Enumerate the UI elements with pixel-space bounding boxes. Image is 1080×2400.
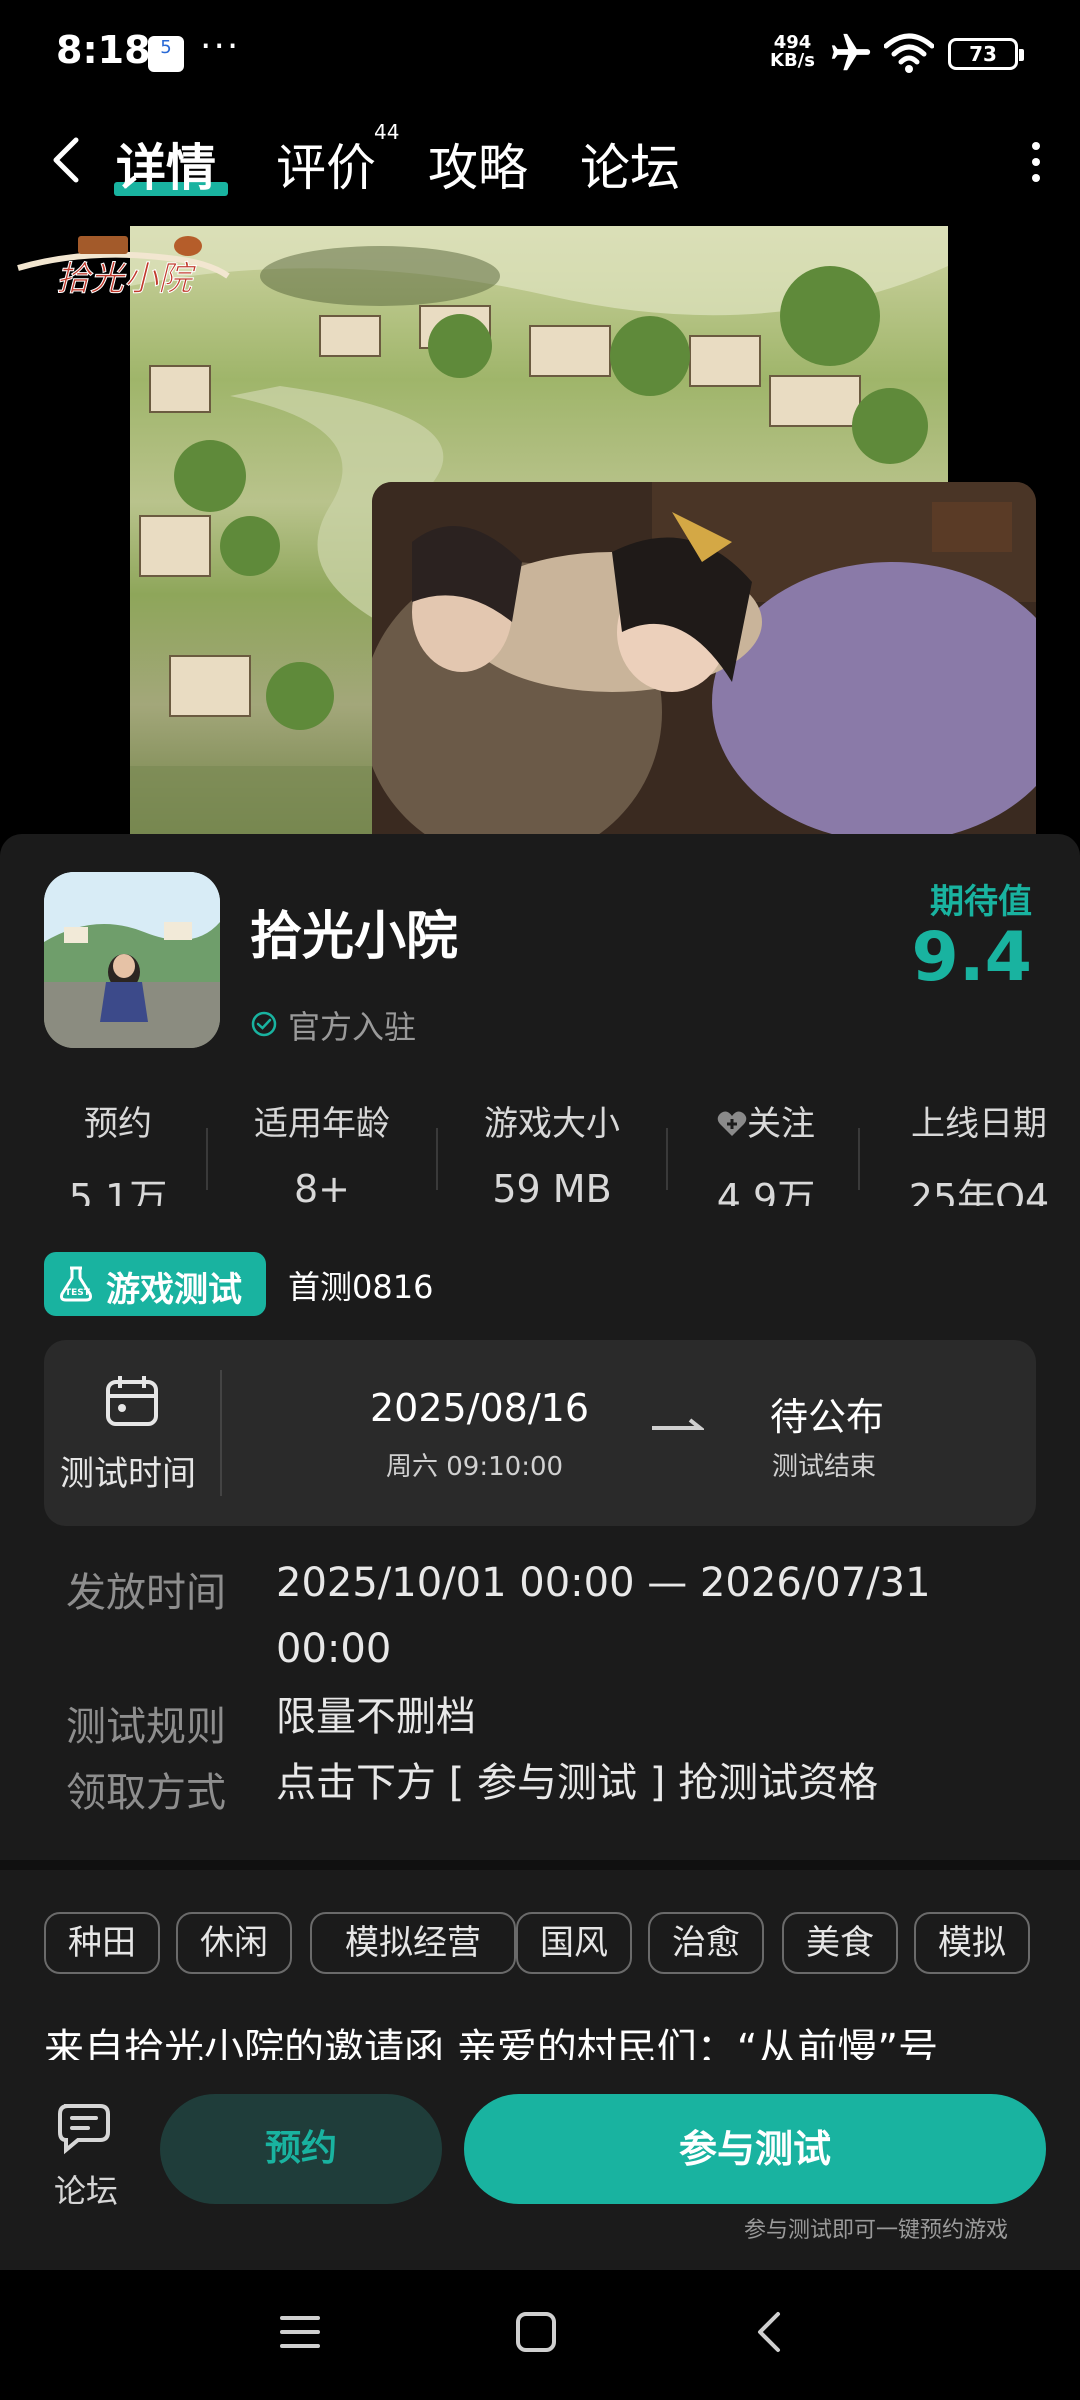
menu-icon[interactable] <box>278 2310 322 2354</box>
stat-label: 适用年龄 <box>254 1104 390 1144</box>
sleeping-couple-illustration <box>372 482 1036 840</box>
stat-value: 25年Q4 <box>908 1176 1050 1206</box>
stat-label: 上线日期 <box>911 1104 1047 1144</box>
app-icon-illustration <box>44 872 220 1048</box>
tag-food[interactable]: 美食 <box>782 1912 898 1974</box>
test-end-date: 待公布 <box>770 1395 885 1439</box>
test-name: 首测0816 <box>288 1268 434 1306</box>
forum-label[interactable]: 论坛 <box>54 2166 118 2212</box>
stat-label: 关注 <box>696 1096 836 1145</box>
stat-value: 4.9万 <box>716 1176 816 1206</box>
airplane-mode-icon <box>831 33 871 71</box>
divider <box>858 1128 860 1190</box>
tab-forum[interactable]: 论坛 <box>580 128 680 200</box>
tab-guides[interactable]: 攻略 <box>428 128 528 200</box>
tag-simulation-management[interactable]: 模拟经营 <box>310 1912 516 1974</box>
test-start-time: 周六 09:10:00 <box>386 1452 564 1482</box>
test-start-date: 2025/08/16 <box>370 1386 590 1430</box>
wifi-icon <box>884 33 934 73</box>
tag-simulation[interactable]: 模拟 <box>914 1912 1030 1974</box>
characters-screenshot[interactable] <box>372 482 1036 840</box>
expectation-score: 9.4 <box>911 918 1032 997</box>
test-time-panel: 测试时间 2025/08/16 周六 09:10:00 待公布 测试结束 <box>44 1340 1036 1526</box>
official-label: 官方入驻 <box>288 1008 417 1046</box>
game-info-card: 拾光小院 官方入驻 期待值 9.4 预约 5.1万 适用年龄 8+ 游戏大小 5… <box>0 834 1080 1860</box>
stat-value: 8+ <box>293 1167 351 1206</box>
divider <box>220 1370 222 1496</box>
battery-indicator: 73 <box>948 38 1024 70</box>
arrow-right-icon <box>652 1418 704 1430</box>
stat-age-rating: 适用年龄 8+ <box>232 1096 412 1206</box>
svg-text:拾光小院: 拾光小院 <box>56 259 197 299</box>
expectation-label: 期待值 <box>930 882 1032 922</box>
bottom-action-bar: 论坛 预约 参与测试 参与测试即可一键预约游戏 <box>0 2060 1080 2270</box>
reviews-count-badge: 44 <box>374 120 400 144</box>
top-nav: 详情 评价 44 攻略 论坛 <box>0 110 1080 210</box>
stat-value: 59 MB <box>492 1167 612 1206</box>
verified-check-icon <box>251 1011 277 1037</box>
back-arrow-icon[interactable] <box>44 132 88 188</box>
stat-label: 预约 <box>84 1104 152 1144</box>
calendar-icon <box>106 1376 158 1426</box>
more-notifications-icon: ··· <box>200 26 241 67</box>
stat-label-text: 关注 <box>747 1104 815 1144</box>
release-time-value: 2025/10/01 00:00 — 2026/07/31 00:00 <box>276 1560 931 1672</box>
tab-details[interactable]: 详情 <box>116 128 216 200</box>
join-test-hint: 参与测试即可一键预约游戏 <box>743 2218 1008 2243</box>
test-rule-value: 限量不删档 <box>276 1694 476 1740</box>
test-badge-label: 游戏测试 <box>106 1270 242 1310</box>
game-logo: 拾光小院 <box>17 236 230 300</box>
release-time-label: 发放时间 <box>66 1570 226 1616</box>
network-speed: 494 KB/s <box>770 34 815 70</box>
stat-game-size: 游戏大小 59 MB <box>462 1096 642 1206</box>
divider <box>436 1128 438 1190</box>
claim-method-label: 领取方式 <box>66 1770 226 1816</box>
test-flask-icon: TEST <box>60 1266 92 1302</box>
test-icon-text: TEST <box>65 1288 91 1298</box>
reserve-button[interactable]: 预约 <box>160 2094 442 2204</box>
game-test-badge: TEST 游戏测试 <box>44 1252 266 1316</box>
stat-followers[interactable]: 关注 4.9万 <box>696 1096 836 1206</box>
game-stats: 预约 5.1万 适用年龄 8+ 游戏大小 59 MB 关注 4.9万 上线日期 <box>0 1096 1080 1206</box>
status-time: 8:18 <box>56 28 151 72</box>
tag-chinese-style[interactable]: 国风 <box>516 1912 632 1974</box>
stat-reservations: 预约 5.1万 <box>44 1096 192 1206</box>
test-rule-label: 测试规则 <box>66 1704 226 1750</box>
join-test-button[interactable]: 参与测试 <box>464 2094 1046 2204</box>
stat-value: 5.1万 <box>68 1176 168 1206</box>
status-bar: 8:18 5 ··· 494 KB/s 73 <box>0 0 1080 110</box>
tab-reviews[interactable]: 评价 <box>276 128 376 200</box>
test-time-label: 测试时间 <box>60 1454 196 1494</box>
hero-gallery[interactable]: 拾光小院 <box>0 210 1080 840</box>
notification-app-icon: 5 <box>148 36 184 72</box>
stat-release-date: 上线日期 25年Q4 <box>894 1096 1064 1206</box>
divider <box>206 1128 208 1190</box>
system-navigation-bar <box>0 2270 1080 2400</box>
back-icon[interactable] <box>748 2310 792 2354</box>
test-end-label: 测试结束 <box>772 1452 877 1482</box>
more-options-icon[interactable] <box>1026 140 1046 184</box>
section-divider <box>0 1860 1080 1870</box>
heart-plus-icon <box>717 1111 747 1136</box>
stat-label: 游戏大小 <box>484 1104 620 1144</box>
game-app-icon <box>44 872 220 1048</box>
divider <box>666 1128 668 1190</box>
tag-casual[interactable]: 休闲 <box>176 1912 292 1974</box>
claim-method-value: 点击下方 [ 参与测试 ] 抢测试资格 <box>276 1760 879 1806</box>
game-title: 拾光小院 <box>250 907 459 967</box>
network-speed-unit: KB/s <box>770 50 815 71</box>
home-icon[interactable] <box>514 2310 558 2354</box>
tag-healing[interactable]: 治愈 <box>648 1912 764 1974</box>
tag-farming[interactable]: 种田 <box>44 1912 160 1974</box>
forum-chat-icon[interactable] <box>56 2100 114 2156</box>
